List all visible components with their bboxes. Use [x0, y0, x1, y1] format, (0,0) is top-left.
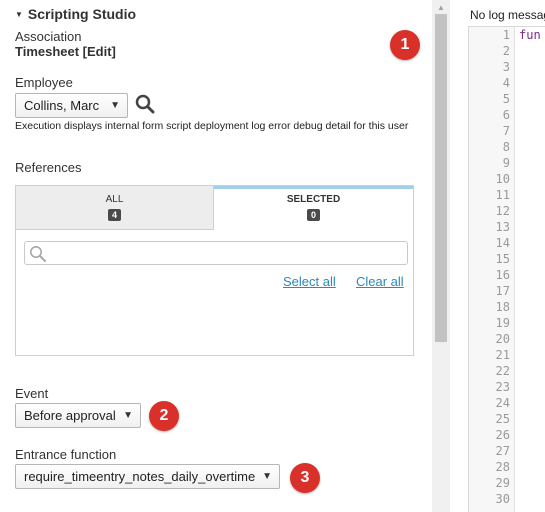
line-number: 7: [502, 124, 510, 138]
line-number: 24: [495, 396, 510, 410]
line-number: 2: [502, 44, 510, 58]
dropdown-arrow-icon: ▼: [110, 100, 120, 111]
line-number: 9: [502, 156, 510, 170]
line-number: 13: [495, 220, 510, 234]
entrance-function-value: require_timeentry_notes_daily_overtime: [24, 469, 256, 484]
collapse-caret-icon[interactable]: ▼: [15, 10, 23, 19]
select-all-link[interactable]: Select all: [283, 274, 336, 289]
line-number: 12: [495, 204, 510, 218]
line-number: 5: [502, 92, 510, 106]
tab-all-label: ALL: [105, 194, 124, 205]
tab-selected-label: SELECTED: [286, 194, 341, 205]
code-line-1[interactable]: fun: [519, 27, 541, 43]
callout-badge-3: 3: [290, 463, 320, 493]
scroll-up-arrow-icon[interactable]: ▲: [437, 3, 445, 12]
scrollbar-thumb[interactable]: [435, 14, 447, 342]
execution-note: Execution displays internal form script …: [15, 120, 409, 132]
tab-all[interactable]: ALL 4: [16, 186, 214, 230]
line-number: 20: [495, 332, 510, 346]
line-number: 16: [495, 268, 510, 282]
entrance-function-select[interactable]: require_timeentry_notes_daily_overtime ▼: [15, 464, 280, 489]
references-search-input[interactable]: [24, 241, 408, 265]
line-number: 8: [502, 140, 510, 154]
employee-label: Employee: [15, 75, 73, 90]
association-value[interactable]: Timesheet [Edit]: [15, 44, 116, 59]
dropdown-arrow-icon: ▼: [262, 471, 272, 482]
log-editor-panel: No log messages 123456789101112131415161…: [460, 0, 545, 512]
line-number: 18: [495, 300, 510, 314]
line-number-gutter: 1 2 3 4 5 6 7 8 9 10 11 12 13 14 15 16 17 18 19 20 21 22 23 24 2…: [469, 27, 515, 512]
line-number: 4: [502, 76, 510, 90]
line-number: 6: [502, 108, 510, 122]
line-number: 15: [495, 252, 510, 266]
scripting-studio-panel: ▼ Scripting Studio Association Timesheet…: [0, 0, 432, 512]
section-header[interactable]: ▼ Scripting Studio: [15, 6, 136, 22]
log-message: No log messages: [470, 8, 545, 22]
tab-selected[interactable]: SELECTED 0: [214, 186, 413, 230]
entrance-function-label: Entrance function: [15, 447, 117, 462]
references-box: ALL 4 SELECTED 0 Select all Clear all: [15, 185, 414, 356]
employee-select-value: Collins, Marc: [24, 98, 100, 113]
panel-divider: [450, 0, 460, 512]
line-number: 26: [495, 428, 510, 442]
line-number: 10: [495, 172, 510, 186]
line-number: 30: [495, 492, 510, 506]
line-number: 1: [502, 28, 510, 42]
code-editor[interactable]: 1 2 3 4 5 6 7 8 9 10 11 12 13 14 15 16 17 18 19 20 21 22 23 24 2…: [468, 26, 545, 512]
event-select-value: Before approval: [24, 408, 116, 423]
line-number: 23: [495, 380, 510, 394]
line-number: 27: [495, 444, 510, 458]
event-select[interactable]: Before approval ▼: [15, 403, 141, 428]
line-number: 19: [495, 316, 510, 330]
section-title: Scripting Studio: [27, 6, 137, 22]
line-number: 25: [495, 412, 510, 426]
clear-all-link[interactable]: Clear all: [356, 274, 404, 289]
search-icon: [30, 246, 46, 262]
line-number: 11: [495, 188, 510, 202]
callout-badge-2: 2: [149, 401, 179, 431]
line-number: 14: [495, 236, 510, 250]
tab-selected-count: 0: [306, 209, 320, 221]
line-number: 21: [495, 348, 510, 362]
dropdown-arrow-icon: ▼: [123, 410, 133, 421]
association-label: Association: [15, 29, 82, 44]
tab-all-count: 4: [107, 209, 121, 221]
employee-select[interactable]: Collins, Marc ▼: [15, 93, 128, 118]
line-number: 29: [495, 476, 510, 490]
line-number: 17: [495, 284, 510, 298]
line-number: 22: [495, 364, 510, 378]
line-number: 3: [502, 60, 510, 74]
references-label: References: [15, 160, 82, 175]
line-number: 28: [495, 460, 510, 474]
callout-badge-1: 1: [390, 30, 420, 60]
event-label: Event: [15, 386, 49, 401]
magnifier-icon[interactable]: [135, 94, 155, 119]
